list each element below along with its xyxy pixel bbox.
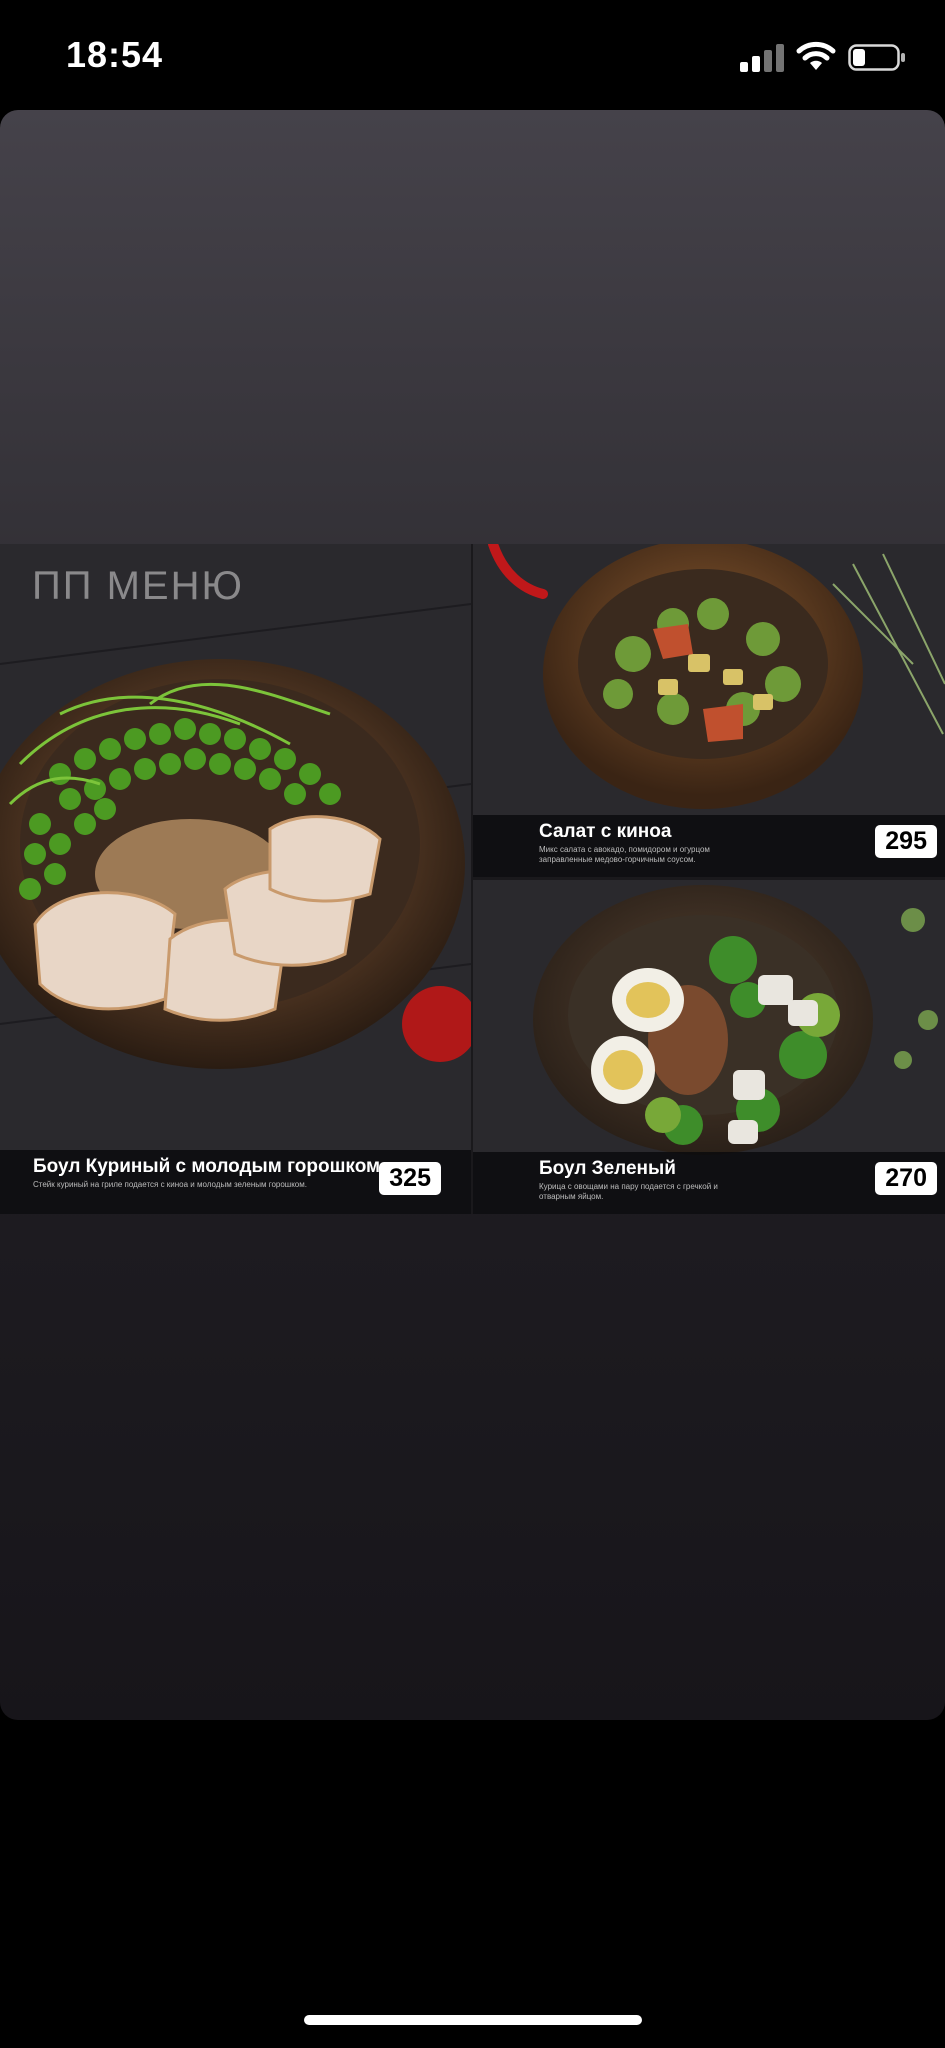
- status-time: 18:54: [66, 34, 164, 75]
- price-tag: 270: [875, 1162, 937, 1195]
- menu-overlay-label: ПП МЕНЮ: [32, 564, 244, 608]
- cellular-signal-icon: [740, 44, 786, 72]
- wifi-icon: [796, 41, 836, 70]
- dish-title: Боул Куриный с молодым горошком: [33, 1156, 381, 1177]
- battery-icon: [848, 44, 905, 71]
- dish-title: Салат с киноа: [539, 821, 672, 842]
- dish-description: Микс салата с авокадо, помидором и огурц…: [539, 845, 710, 864]
- price-tag: 325: [379, 1162, 441, 1195]
- menu-item-card: Боул Зеленый Курица с овощами на пару по…: [473, 880, 945, 1214]
- menu-item-card: Салат с киноа Микс салата с авокадо, пом…: [473, 544, 945, 877]
- menu-photo[interactable]: ПП МЕНЮ Боул Куриный с молодым горошком …: [0, 544, 945, 1214]
- chicken-bowl-photo: [0, 544, 471, 1214]
- dish-description: Стейк куриный на гриле подается с киноа …: [33, 1180, 307, 1189]
- dish-caption: Салат с киноа Микс салата с авокадо, пом…: [473, 815, 945, 877]
- price-tag: 295: [875, 825, 937, 858]
- dish-caption: Боул Зеленый Курица с овощами на пару по…: [473, 1152, 945, 1214]
- dish-title: Боул Зеленый: [539, 1158, 676, 1179]
- photo-viewer[interactable]: ПП МЕНЮ Боул Куриный с молодым горошком …: [0, 110, 945, 1720]
- status-bar: 18:54: [0, 0, 945, 110]
- menu-item-card: ПП МЕНЮ Боул Куриный с молодым горошком …: [0, 544, 471, 1214]
- dish-description: Курица с овощами на пару подается с греч…: [539, 1182, 718, 1201]
- home-indicator[interactable]: [304, 2015, 642, 2025]
- dish-caption: Боул Куриный с молодым горошком Стейк ку…: [0, 1150, 471, 1214]
